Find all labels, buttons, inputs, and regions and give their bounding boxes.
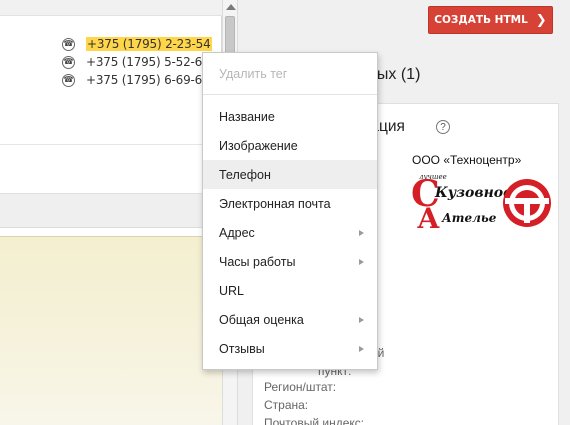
phone-row[interactable]: ☎ +375 (1795) 6-69-66 (62, 72, 210, 88)
page-band (0, 193, 222, 228)
logo-big-letter: А (417, 202, 440, 235)
phone-number[interactable]: +375 (1795) 5-52-63 (86, 55, 210, 69)
menu-item-url[interactable]: URL (203, 276, 377, 305)
page-top-strip (0, 0, 222, 16)
menu-item-delete-tag[interactable]: Удалить тег (203, 59, 377, 88)
menu-item-label: Изображение (219, 138, 298, 153)
menu-item-label: Электронная почта (219, 196, 331, 211)
context-menu: Удалить тег Название Изображение Телефон… (202, 52, 378, 370)
menu-item-email[interactable]: Электронная почта (203, 189, 377, 218)
help-icon[interactable]: ? (436, 120, 450, 134)
phone-row[interactable]: ☎ +375 (1795) 2-23-54 (62, 36, 212, 52)
map-area[interactable] (0, 236, 222, 425)
divider (0, 144, 222, 145)
phone-number[interactable]: +375 (1795) 6-69-66 (86, 73, 210, 87)
menu-item-label: Адрес (219, 225, 255, 240)
menu-item-label: Отзывы (219, 341, 265, 356)
logo-text-line2: Ателье (441, 211, 497, 225)
logo-emblem (503, 179, 551, 227)
menu-item-phone[interactable]: Телефон (203, 160, 377, 189)
create-html-button[interactable]: СОЗДАТЬ HTML ❯ (428, 6, 553, 34)
phone-number-highlighted[interactable]: +375 (1795) 2-23-54 (86, 37, 212, 51)
field-label: Почтовый индекс: (264, 416, 365, 425)
menu-item-overall-rating[interactable]: Общая оценка (203, 305, 377, 334)
menu-item-label: URL (219, 283, 245, 298)
field-label: Регион/штат: (264, 380, 337, 394)
menu-item-label: Часы работы (219, 254, 296, 269)
organization-name: ООО «Техноцентр» (412, 153, 522, 167)
menu-item-name[interactable]: Название (203, 102, 377, 131)
submenu-arrow-icon (359, 346, 364, 352)
menu-item-label: Удалить тег (219, 66, 288, 81)
company-logo: лучшее С Кузовное А Ателье (411, 173, 551, 235)
submenu-arrow-icon (359, 230, 364, 236)
phone-icon: ☎ (62, 55, 75, 69)
scroll-up-arrow-icon[interactable] (226, 4, 236, 10)
phone-icon: ☎ (62, 73, 75, 87)
phone-row[interactable]: ☎ +375 (1795) 5-52-63 (62, 54, 210, 70)
menu-item-address[interactable]: Адрес (203, 218, 377, 247)
menu-item-reviews[interactable]: Отзывы (203, 334, 377, 363)
page-content-pane: ☎ +375 (1795) 2-23-54 ☎ +375 (1795) 5-52… (0, 0, 222, 425)
menu-item-label: Общая оценка (219, 312, 304, 327)
phone-icon: ☎ (62, 37, 75, 51)
logo-text-line1: Кузовное (434, 185, 512, 201)
menu-item-image[interactable]: Изображение (203, 131, 377, 160)
submenu-arrow-icon (359, 317, 364, 323)
menu-item-opening-hours[interactable]: Часы работы (203, 247, 377, 276)
menu-separator (203, 94, 377, 95)
submenu-arrow-icon (359, 259, 364, 265)
chevron-right-icon: ❯ (535, 12, 547, 28)
create-html-label: СОЗДАТЬ HTML (434, 14, 528, 26)
menu-item-label: Телефон (219, 167, 271, 182)
field-label: Страна: (264, 398, 309, 412)
menu-item-label: Название (219, 109, 275, 124)
